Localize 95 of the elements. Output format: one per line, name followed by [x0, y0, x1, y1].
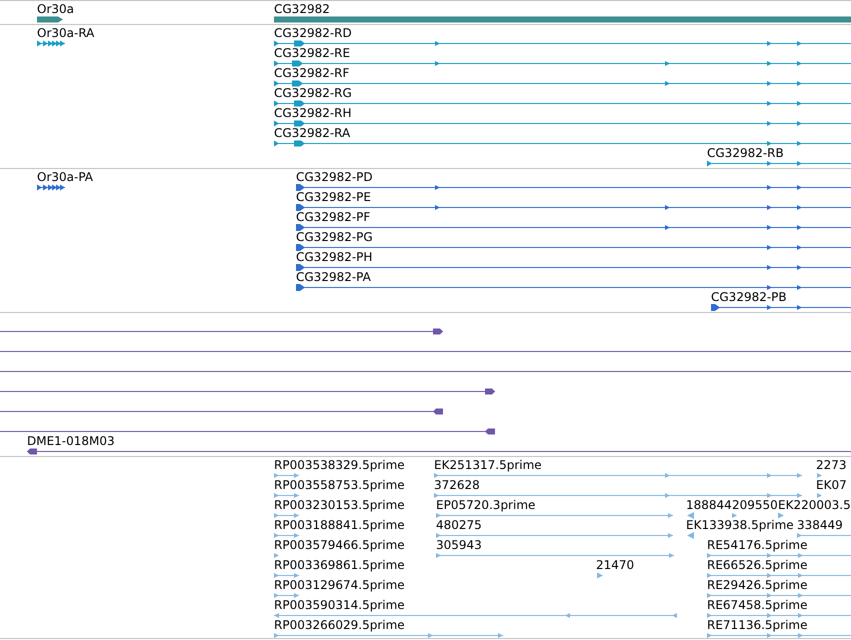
est-alignment-drawing[interactable]: [707, 593, 851, 598]
transcript-label: CG32982-RD: [274, 26, 352, 40]
gene-label: CG32982: [274, 2, 330, 16]
est-alignment-drawing[interactable]: [274, 533, 299, 538]
est-label: EP05720.3prime: [436, 498, 536, 512]
protein-drawing[interactable]: [296, 224, 851, 231]
gene-bar[interactable]: [37, 16, 63, 22]
est-alignment-drawing[interactable]: [687, 512, 694, 519]
est-label: RE71136.5prime: [707, 618, 808, 632]
protein-label: CG32982-PA: [296, 270, 371, 284]
est-label: RE66526.5prime: [707, 558, 808, 572]
protein-label: CG32982-PF: [296, 210, 370, 224]
est-label: 21470: [596, 558, 634, 572]
transcript-drawing[interactable]: [274, 120, 851, 126]
protein-drawing[interactable]: [296, 184, 851, 191]
protein-drawing[interactable]: [296, 204, 851, 211]
est-label: EK133938.5prime: [686, 518, 794, 532]
protein-drawing[interactable]: [37, 184, 65, 190]
est-label: EK220003.5: [778, 498, 851, 512]
est-label: 2273: [816, 458, 847, 472]
est-alignment-drawing[interactable]: [436, 553, 674, 558]
est-label: 338449: [797, 518, 843, 532]
est-alignment-drawing[interactable]: [274, 473, 299, 478]
transcript-drawing[interactable]: [707, 160, 851, 166]
est-label: RP003579466.5prime: [274, 538, 405, 552]
est-label: RP003558753.5prime: [274, 478, 405, 492]
est-label: RP003590314.5prime: [274, 598, 405, 612]
est-alignment-drawing[interactable]: [817, 493, 822, 498]
est-alignment-drawing[interactable]: [817, 473, 822, 478]
est-alignment-drawing[interactable]: [436, 513, 673, 518]
est-alignment-drawing[interactable]: [274, 593, 299, 598]
est-alignment-drawing[interactable]: [707, 573, 851, 578]
est-alignment-drawing[interactable]: [597, 572, 603, 578]
est-label: RE54176.5prime: [707, 538, 808, 552]
protein-drawing[interactable]: [296, 244, 851, 251]
transcript-drawing[interactable]: [274, 100, 851, 106]
transcript-label: Or30a-RA: [37, 26, 94, 40]
clone-drawing[interactable]: [0, 388, 495, 394]
transcript-label: CG32982-RB: [707, 146, 784, 160]
est-label: EK251317.5prime: [434, 458, 542, 472]
est-label: 188844: [686, 498, 732, 512]
est-label: RP003538329.5prime: [274, 458, 405, 472]
est-label: 372628: [434, 478, 480, 492]
protein-drawing[interactable]: [296, 284, 851, 291]
est-alignment-drawing[interactable]: [274, 633, 503, 638]
protein-label: CG32982-PE: [296, 190, 371, 204]
transcript-drawing[interactable]: [274, 40, 851, 46]
transcript-label: CG32982-RE: [274, 46, 350, 60]
protein-label: Or30a-PA: [37, 170, 94, 184]
transcript-drawing[interactable]: [274, 140, 851, 146]
clone-drawing[interactable]: [0, 428, 495, 434]
clone-label: DME1-018M03: [27, 434, 115, 448]
est-alignment-drawing[interactable]: [434, 473, 802, 478]
est-label: RP003129674.5prime: [274, 578, 405, 592]
protein-drawing[interactable]: [711, 304, 851, 311]
est-alignment-drawing[interactable]: [687, 532, 694, 539]
protein-drawing[interactable]: [296, 264, 851, 271]
est-label: EK07: [816, 478, 847, 492]
transcript-label: CG32982-RH: [274, 106, 352, 120]
transcript-label: CG32982-RG: [274, 86, 352, 100]
transcript-drawing[interactable]: [37, 40, 65, 46]
est-alignment-drawing[interactable]: [732, 513, 737, 518]
est-label: RE67458.5prime: [707, 598, 808, 612]
clone-drawing[interactable]: [0, 328, 443, 334]
est-alignment-drawing[interactable]: [707, 613, 851, 618]
est-label: RE29426.5prime: [707, 578, 808, 592]
est-alignment-drawing[interactable]: [707, 633, 851, 638]
est-label: RP003369861.5prime: [274, 558, 405, 572]
est-alignment-drawing[interactable]: [274, 513, 299, 518]
gene-label: Or30a: [37, 2, 74, 16]
clone-drawing[interactable]: [0, 408, 443, 414]
protein-label: CG32982-PB: [711, 290, 787, 304]
est-label: 305943: [436, 538, 482, 552]
transcript-label: CG32982-RF: [274, 66, 350, 80]
est-alignment-drawing[interactable]: [434, 493, 802, 498]
transcript-drawing[interactable]: [274, 80, 851, 86]
est-alignment-drawing[interactable]: [274, 573, 299, 578]
est-alignment-drawing[interactable]: [436, 533, 673, 538]
est-alignment-drawing[interactable]: [274, 493, 299, 498]
transcript-drawing[interactable]: [274, 60, 851, 66]
protein-label: CG32982-PG: [296, 230, 373, 244]
est-alignment-drawing[interactable]: [797, 533, 851, 538]
est-alignment-drawing[interactable]: [274, 613, 677, 618]
clone-drawing[interactable]: [27, 448, 851, 454]
est-alignment-drawing[interactable]: [274, 553, 279, 558]
est-label: 480275: [436, 518, 482, 532]
est-label: RP003188841.5prime: [274, 518, 405, 532]
est-label: 209550: [732, 498, 778, 512]
est-alignment-drawing[interactable]: [778, 512, 784, 518]
est-alignment-drawing[interactable]: [707, 553, 851, 558]
protein-label: CG32982-PH: [296, 250, 372, 264]
est-label: RP003266029.5prime: [274, 618, 405, 632]
est-label: RP003230153.5prime: [274, 498, 405, 512]
transcript-label: CG32982-RA: [274, 126, 350, 140]
protein-label: CG32982-PD: [296, 170, 373, 184]
